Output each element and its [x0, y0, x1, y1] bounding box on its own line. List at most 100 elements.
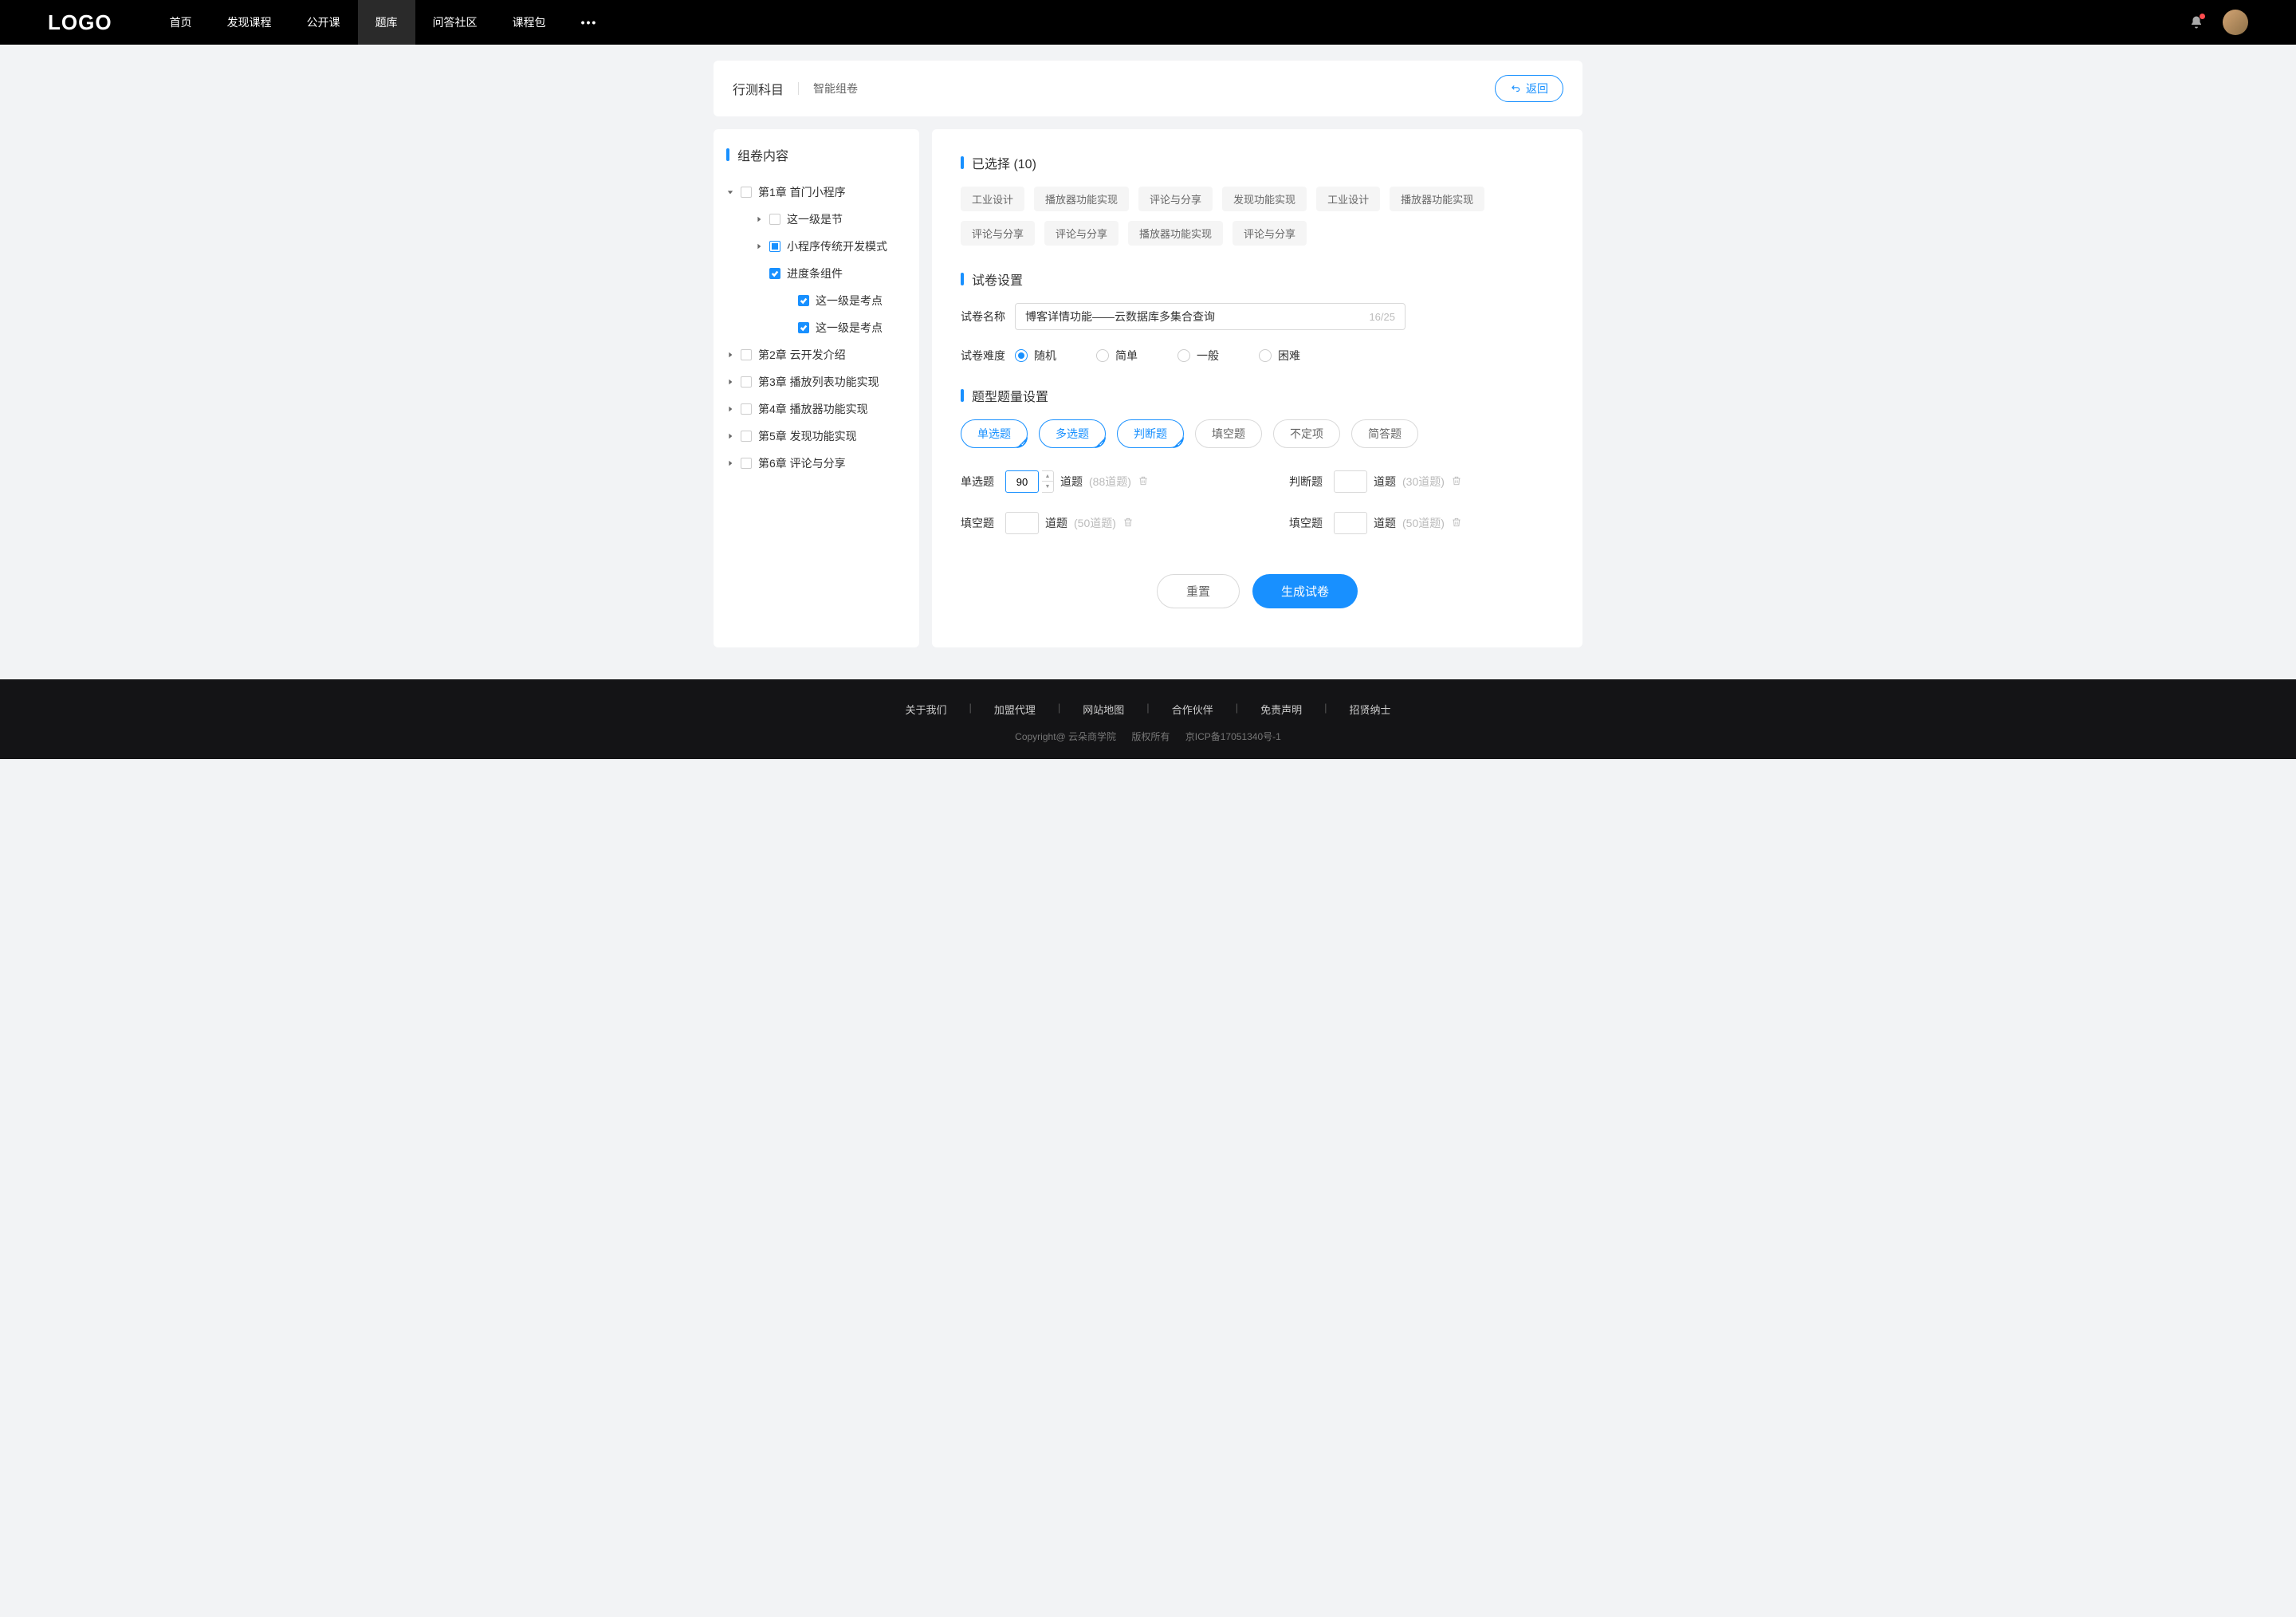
- checkbox-icon[interactable]: [741, 458, 752, 469]
- nav-item-3[interactable]: 题库: [358, 0, 415, 45]
- logo[interactable]: LOGO: [48, 10, 112, 35]
- tree-row[interactable]: 第2章 云开发介绍: [726, 341, 906, 368]
- type-pill[interactable]: 不定项: [1273, 419, 1340, 448]
- nav-item-4[interactable]: 问答社区: [415, 0, 495, 45]
- nav-item-0[interactable]: 首页: [152, 0, 210, 45]
- caret-icon[interactable]: [726, 432, 734, 440]
- tree-label: 这一级是考点: [816, 293, 883, 309]
- tree-row[interactable]: 第1章 首门小程序: [726, 179, 906, 206]
- reset-button[interactable]: 重置: [1157, 574, 1240, 608]
- selected-chip[interactable]: 评论与分享: [1233, 221, 1307, 246]
- type-pill[interactable]: 简答题: [1351, 419, 1418, 448]
- tree-row[interactable]: 进度条组件: [741, 260, 906, 287]
- delete-icon[interactable]: [1451, 517, 1462, 530]
- notification-bell-icon[interactable]: [2189, 15, 2204, 30]
- checkbox-icon[interactable]: [741, 349, 752, 360]
- footer-link[interactable]: 网站地图: [1060, 702, 1146, 717]
- selected-chip[interactable]: 工业设计: [961, 187, 1024, 211]
- qty-input[interactable]: [1005, 470, 1039, 493]
- delete-icon[interactable]: [1122, 517, 1134, 530]
- selected-chip[interactable]: 工业设计: [1316, 187, 1380, 211]
- settings-title-text: 试卷设置: [972, 270, 1023, 289]
- qty-hint: (30道题): [1402, 474, 1445, 490]
- type-pill[interactable]: 单选题✓: [961, 419, 1028, 448]
- difficulty-radio[interactable]: 简单: [1096, 348, 1138, 364]
- checkbox-icon[interactable]: [769, 214, 780, 225]
- nav-item-5[interactable]: 课程包: [495, 0, 564, 45]
- selected-chip[interactable]: 播放器功能实现: [1128, 221, 1223, 246]
- tree-row[interactable]: 这一级是节: [741, 206, 906, 233]
- delete-icon[interactable]: [1138, 475, 1149, 489]
- caret-icon[interactable]: [726, 405, 734, 413]
- caret-icon[interactable]: [755, 215, 763, 223]
- caret-icon[interactable]: [726, 188, 734, 196]
- footer-link[interactable]: 加盟代理: [972, 702, 1058, 717]
- caret-icon[interactable]: [726, 459, 734, 467]
- caret-icon[interactable]: [755, 242, 763, 250]
- qty-input[interactable]: [1334, 470, 1367, 493]
- selected-chip[interactable]: 发现功能实现: [1222, 187, 1307, 211]
- caret-icon[interactable]: [784, 324, 792, 332]
- tree-row[interactable]: 这一级是考点: [755, 314, 906, 341]
- radio-label: 一般: [1197, 348, 1219, 364]
- checkbox-icon[interactable]: [741, 187, 752, 198]
- quantity-row: 判断题道题(30道题): [1289, 470, 1554, 493]
- footer-link[interactable]: 合作伙伴: [1150, 702, 1236, 717]
- tree-row[interactable]: 第4章 播放器功能实现: [726, 395, 906, 423]
- selected-chip[interactable]: 评论与分享: [1044, 221, 1119, 246]
- spinner-down-icon[interactable]: ▼: [1042, 482, 1053, 492]
- generate-button[interactable]: 生成试卷: [1252, 574, 1358, 608]
- footer-link[interactable]: 关于我们: [883, 702, 969, 717]
- checkbox-icon[interactable]: [798, 322, 809, 333]
- nav-more[interactable]: •••: [564, 16, 615, 29]
- selected-chip[interactable]: 播放器功能实现: [1034, 187, 1129, 211]
- checkbox-icon[interactable]: [741, 403, 752, 415]
- paper-name-label: 试卷名称: [961, 309, 1015, 325]
- selected-chip[interactable]: 评论与分享: [961, 221, 1035, 246]
- sidebar-title: 组卷内容: [726, 145, 906, 164]
- checkbox-icon[interactable]: [769, 241, 780, 252]
- qty-input[interactable]: [1005, 512, 1039, 534]
- tree-label: 这一级是节: [787, 211, 843, 227]
- user-avatar[interactable]: [2223, 10, 2248, 35]
- footer-link[interactable]: 免责声明: [1238, 702, 1324, 717]
- check-icon: ✓: [1177, 440, 1182, 447]
- tree-row[interactable]: 小程序传统开发模式: [741, 233, 906, 260]
- selected-chip[interactable]: 评论与分享: [1138, 187, 1213, 211]
- nav-item-2[interactable]: 公开课: [289, 0, 358, 45]
- type-pill[interactable]: 填空题: [1195, 419, 1262, 448]
- page-subtitle: 智能组卷: [813, 81, 858, 96]
- radio-label: 简单: [1115, 348, 1138, 364]
- difficulty-radio[interactable]: 困难: [1259, 348, 1300, 364]
- tree-row[interactable]: 这一级是考点: [755, 287, 906, 314]
- difficulty-radio[interactable]: 随机: [1015, 348, 1056, 364]
- tree-label: 这一级是考点: [816, 320, 883, 336]
- checkbox-icon[interactable]: [798, 295, 809, 306]
- paper-name-input[interactable]: [1025, 310, 1369, 323]
- selected-chip[interactable]: 播放器功能实现: [1390, 187, 1484, 211]
- caret-icon[interactable]: [726, 351, 734, 359]
- difficulty-radio[interactable]: 一般: [1177, 348, 1219, 364]
- tree-row[interactable]: 第3章 播放列表功能实现: [726, 368, 906, 395]
- checkbox-icon[interactable]: [741, 376, 752, 388]
- tree-row[interactable]: 第6章 评论与分享: [726, 450, 906, 477]
- checkbox-icon[interactable]: [769, 268, 780, 279]
- caret-icon[interactable]: [784, 297, 792, 305]
- caret-icon[interactable]: [726, 378, 734, 386]
- type-pill[interactable]: 多选题✓: [1039, 419, 1106, 448]
- caret-icon[interactable]: [755, 270, 763, 277]
- tree-row[interactable]: 第5章 发现功能实现: [726, 423, 906, 450]
- nav-item-1[interactable]: 发现课程: [210, 0, 289, 45]
- qty-label: 填空题: [961, 515, 999, 531]
- title-bar-icon: [726, 148, 729, 161]
- qty-spinner[interactable]: ▲▼: [1042, 470, 1054, 493]
- selected-title-text: 已选择 (10): [972, 153, 1036, 172]
- type-pill[interactable]: 判断题✓: [1117, 419, 1184, 448]
- spinner-up-icon[interactable]: ▲: [1042, 471, 1053, 482]
- footer-link[interactable]: 招贤纳士: [1327, 702, 1413, 717]
- back-button[interactable]: 返回: [1495, 75, 1563, 102]
- checkbox-icon[interactable]: [741, 431, 752, 442]
- qty-input[interactable]: [1334, 512, 1367, 534]
- delete-icon[interactable]: [1451, 475, 1462, 489]
- tree-label: 第6章 评论与分享: [758, 455, 846, 471]
